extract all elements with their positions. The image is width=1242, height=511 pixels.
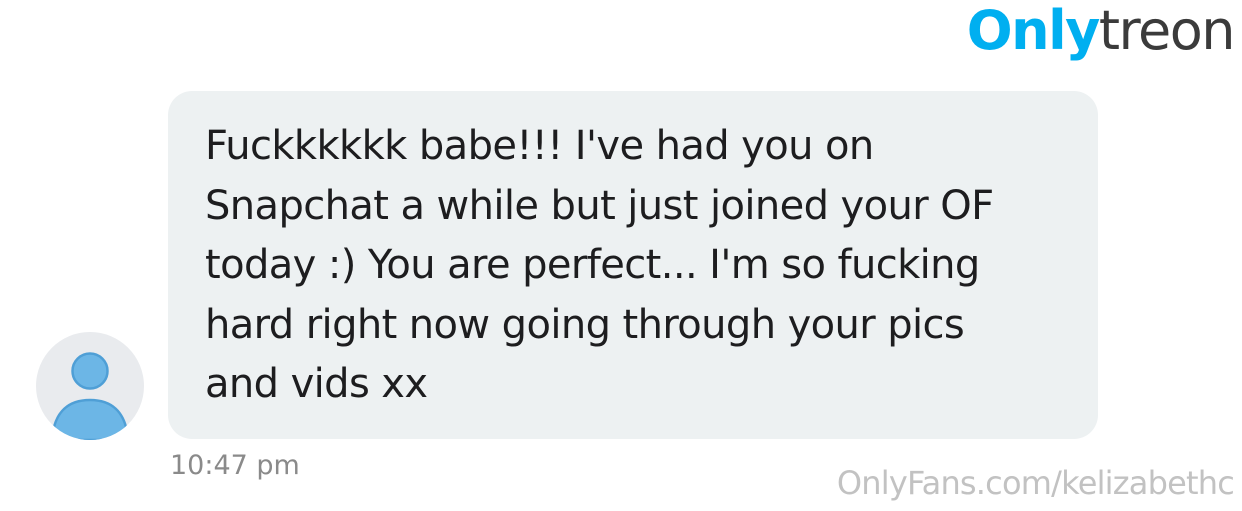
message-text: Fuckkkkkk babe!!! I've had you on Snapch… <box>205 123 994 407</box>
avatar <box>36 332 144 440</box>
watermark-text: OnlyFans.com/kelizabethc <box>836 464 1235 502</box>
message-timestamp: 10:47 pm <box>170 450 300 481</box>
logo-only-text: Only <box>966 0 1101 62</box>
logo-treon-text: treon <box>1098 0 1236 62</box>
user-placeholder-icon <box>50 352 130 440</box>
message-bubble: Fuckkkkkk babe!!! I've had you on Snapch… <box>168 91 1098 439</box>
onlytreon-logo: Onlytreon <box>967 4 1236 58</box>
